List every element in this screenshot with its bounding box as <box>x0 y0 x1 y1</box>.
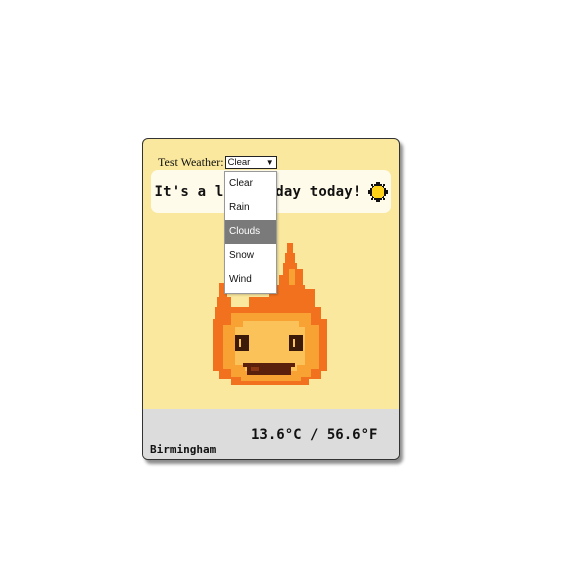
weather-option-clear[interactable]: Clear <box>225 172 276 196</box>
weather-select[interactable]: Clear ▼ <box>224 156 277 169</box>
weather-option-wind[interactable]: Wind <box>225 268 276 292</box>
weather-footer: 13.6°C / 56.6°F Birmingham <box>143 409 399 459</box>
sun-icon <box>367 181 388 202</box>
chevron-down-icon: ▼ <box>265 158 274 167</box>
weather-select-dropdown: Clear Rain Clouds Snow Wind <box>224 171 277 294</box>
weather-option-rain[interactable]: Rain <box>225 196 276 220</box>
test-weather-label: Test Weather: <box>158 155 224 169</box>
temperature-readout: 13.6°C / 56.6°F <box>251 427 378 443</box>
test-weather-row: Test Weather: Clear ▼ <box>158 155 277 170</box>
weather-option-snow[interactable]: Snow <box>225 244 276 268</box>
city-name: Birmingham <box>150 443 217 456</box>
weather-select-value: Clear <box>227 157 251 168</box>
weather-option-clouds[interactable]: Clouds <box>225 220 276 244</box>
